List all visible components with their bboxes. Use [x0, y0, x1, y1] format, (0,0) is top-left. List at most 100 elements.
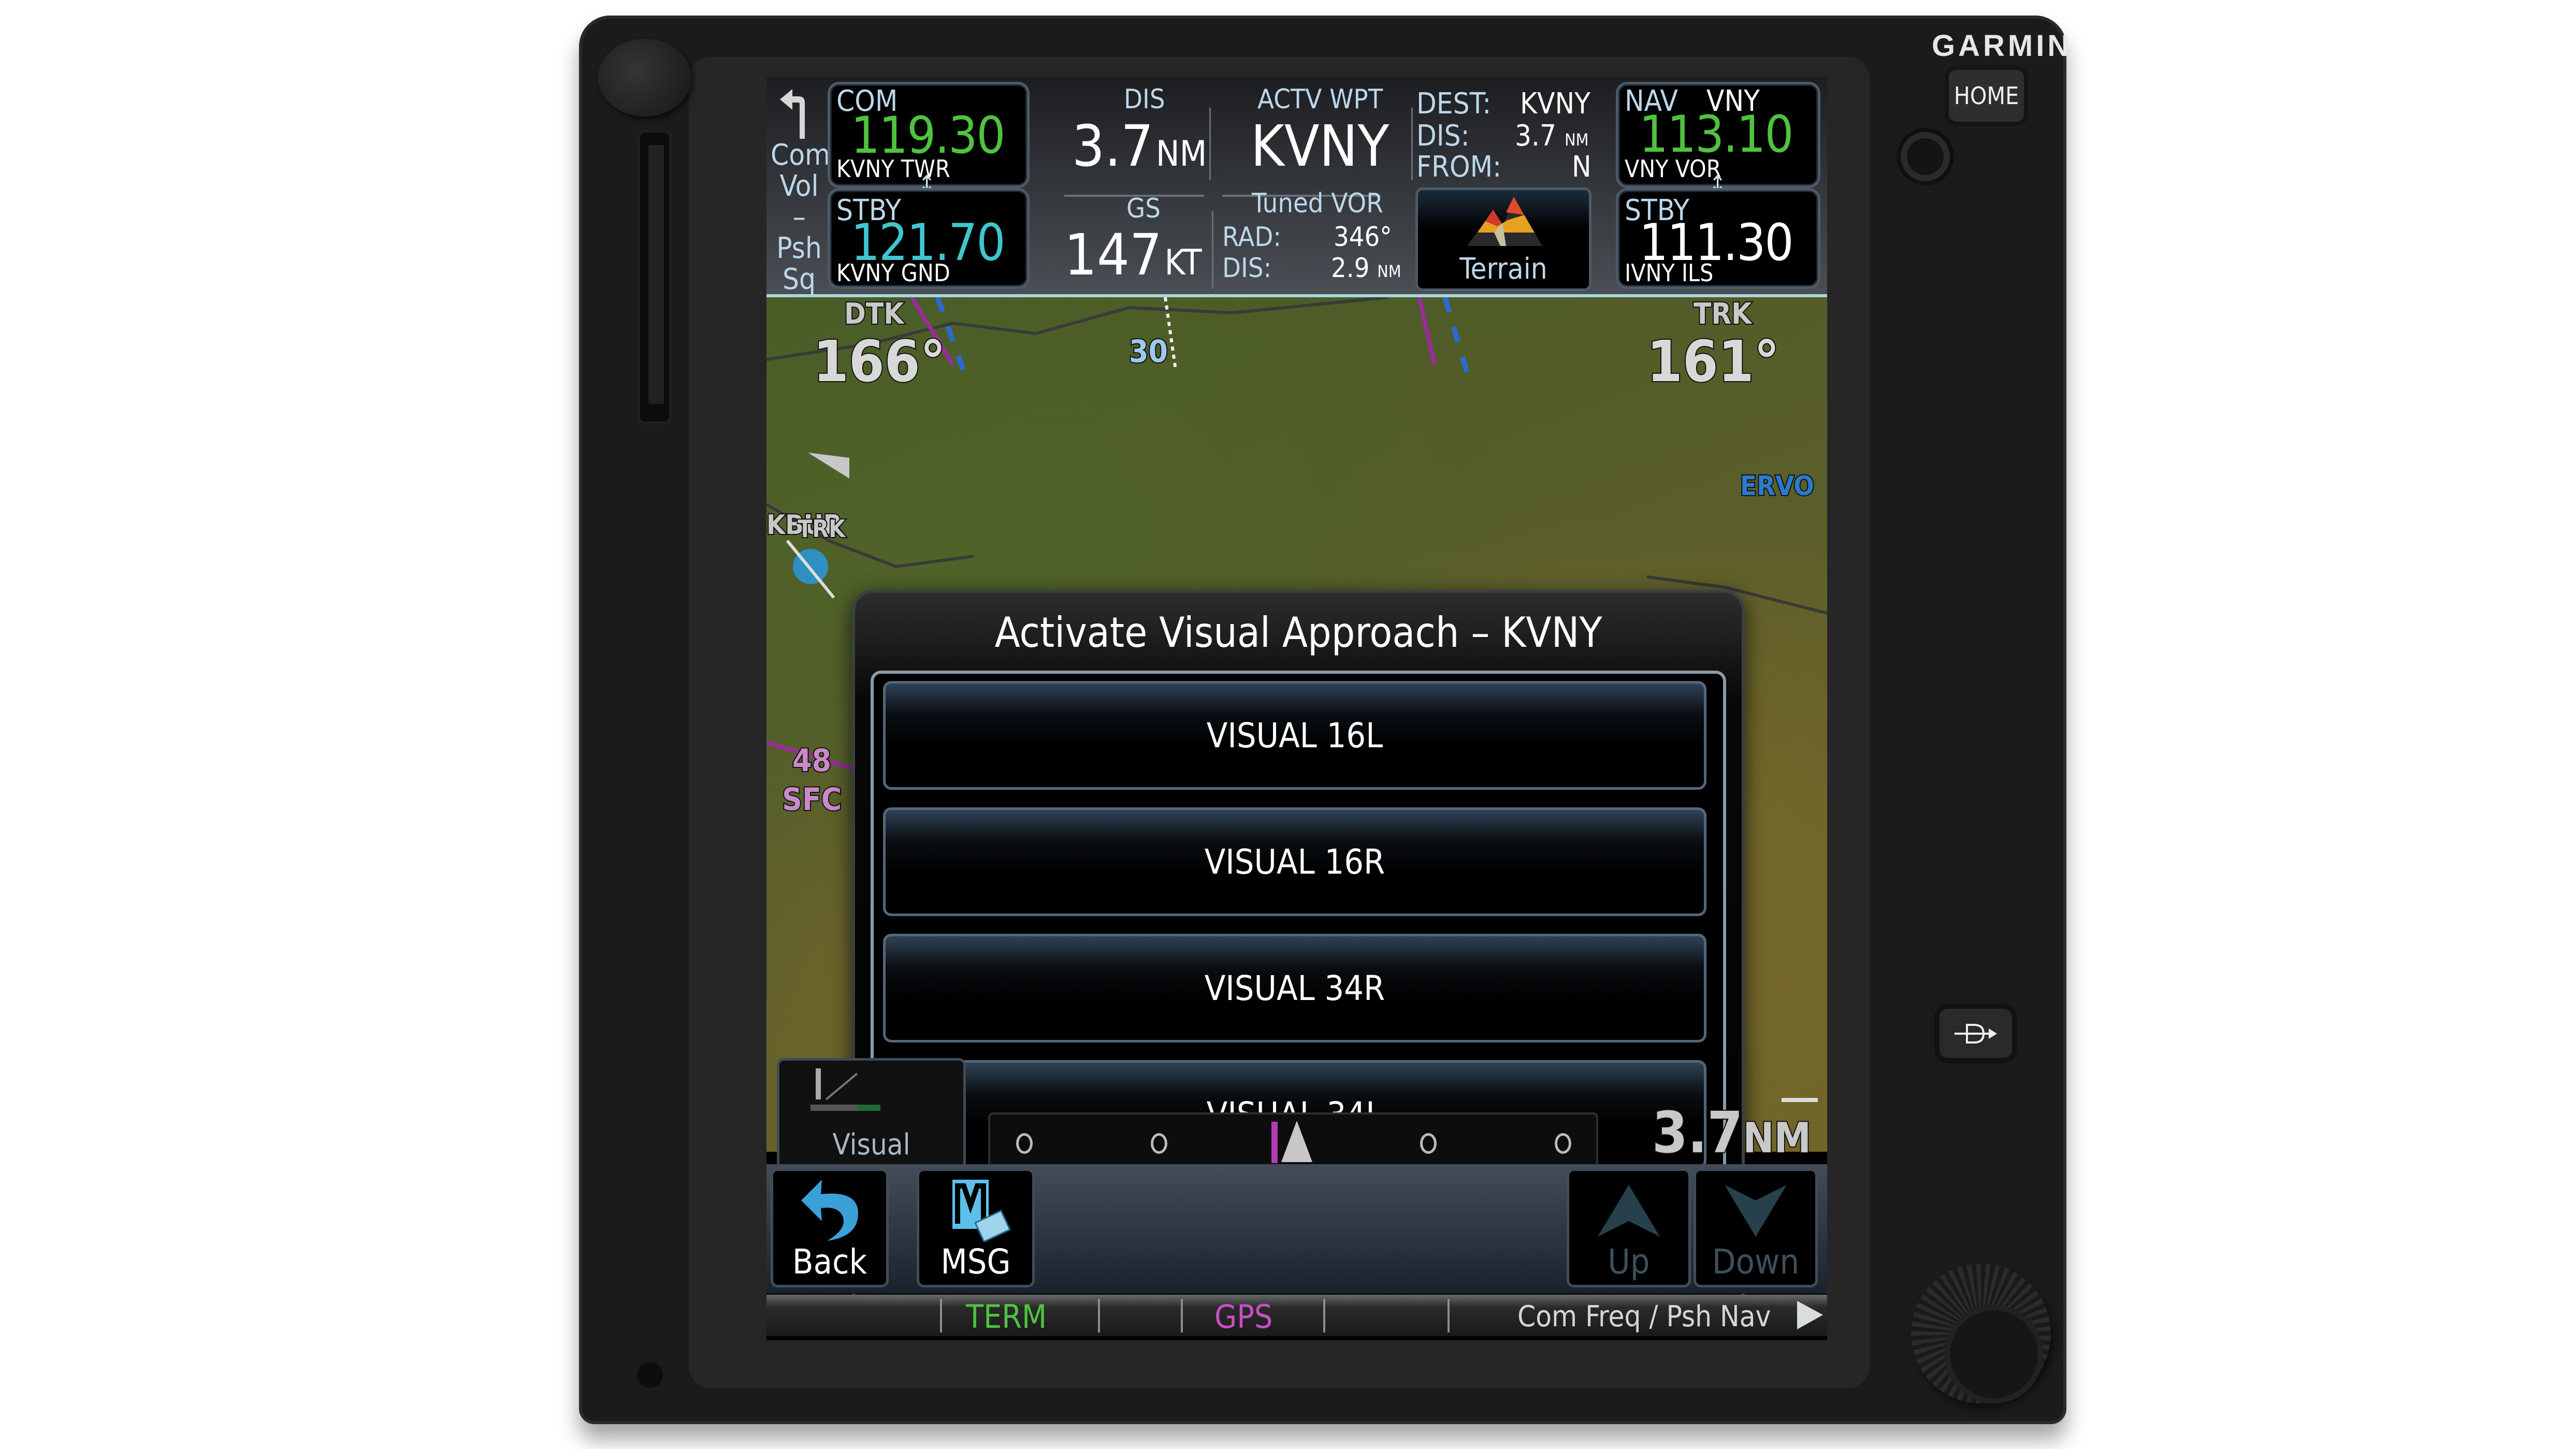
top-status-bar: Com Vol – Psh Sq COM 119.30 KVNY TWR ↕ S… [766, 77, 1827, 297]
home-button[interactable]: HOME [1949, 70, 2024, 122]
message-icon [952, 1180, 1011, 1242]
knob-function-arrow-icon [780, 89, 805, 139]
up-label: Up [1608, 1242, 1650, 1282]
msg-button[interactable]: MSG [917, 1168, 1035, 1287]
map-range[interactable]: 3.7NM [1651, 1098, 1812, 1167]
dest-dis-field: 3.7 NM [1515, 119, 1588, 153]
dis-value: 3.7 [1072, 113, 1154, 179]
moving-map[interactable]: DTK 166° TRK 161° 30 KBUR TRK ERVO 48 SF… [766, 296, 1827, 1313]
terrain-button[interactable]: Terrain [1415, 187, 1591, 291]
terrain-mountain-icon [1467, 197, 1542, 246]
actv-wpt-label: ACTV WPT [1257, 84, 1383, 115]
airspace-boundary [1417, 297, 1437, 365]
direct-to-button[interactable] [1940, 1009, 2012, 1058]
dis-field: 3.7 NM [1072, 113, 1207, 179]
touchscreen: Com Vol – Psh Sq COM 119.30 KVNY TWR ↕ S… [766, 77, 1827, 1340]
approach-option-visual-16r[interactable]: VISUAL 16R [883, 807, 1706, 916]
nav-active-id: VNY VOR [1625, 155, 1721, 183]
cdi-dot [1420, 1133, 1437, 1154]
knob-hint-line: Vol [779, 169, 819, 203]
reservoir-label: ERVO [1739, 470, 1815, 503]
down-label: Down [1712, 1242, 1800, 1282]
knob-hint-line: Com [771, 138, 831, 172]
dialog-title: Activate Visual Approach – KVNY [994, 608, 1602, 657]
gs-unit: KT [1164, 242, 1202, 283]
dest-dis-label: DIS: [1416, 119, 1470, 153]
dest-dis-value: 3.7 [1515, 119, 1557, 153]
rad-value: 346° [1334, 222, 1392, 253]
down-arrow-icon [1725, 1185, 1787, 1237]
dis-unit: NM [1155, 134, 1207, 175]
sd-card [648, 145, 664, 404]
airspace-floor: SFC [781, 780, 843, 819]
softkey-bar: Back MSG Up Down [766, 1164, 1827, 1294]
back-label: Back [792, 1242, 867, 1282]
com-standby-id: KVNY GND [836, 259, 950, 287]
from-label: FROM: [1416, 150, 1502, 184]
direct-to-icon [1955, 1023, 1997, 1044]
com-radio-window[interactable]: COM 119.30 KVNY TWR ↕ STBY 121.70 KVNY G… [828, 82, 1030, 289]
com-knob-hint: Com Vol – Psh Sq [771, 82, 831, 295]
up-arrow-icon [1598, 1185, 1660, 1237]
knob-hint-line: Sq [783, 263, 816, 296]
cdi-course-pointer [1281, 1121, 1312, 1162]
brand-logo: GARMIN [1932, 29, 2073, 63]
cdi-dot [1555, 1133, 1571, 1154]
cdi-dot [1151, 1133, 1167, 1154]
status-divider [1323, 1299, 1325, 1332]
visual-approach-indicator: Visual [777, 1058, 966, 1169]
dis-label: DIS [1124, 84, 1165, 115]
knob-function-hint: Com Freq / Psh Nav [1517, 1300, 1771, 1334]
up-button[interactable]: Up [1567, 1168, 1691, 1287]
cdi-dot [1016, 1133, 1033, 1154]
status-divider [1448, 1299, 1450, 1332]
photocell-sensor [1901, 132, 1950, 181]
back-arrow-icon [801, 1180, 858, 1241]
knob-hint-arrow-icon [1797, 1301, 1823, 1329]
dtk-value: 166° [812, 327, 947, 396]
volume-knob[interactable] [598, 39, 691, 117]
nav-standby-box[interactable]: STBY 111.30 IVNY ILS [1616, 188, 1820, 289]
dest-value: KVNY [1520, 87, 1590, 121]
bottom-status-bar: TERM GPS Com Freq / Psh Nav [766, 1295, 1827, 1336]
north-indicator [808, 453, 849, 479]
dual-concentric-knob-inner[interactable] [1945, 1305, 2043, 1403]
bezel-screw [637, 1362, 663, 1388]
vor-dis-field: 2.9 NM [1331, 253, 1401, 284]
range-unit: NM [1742, 1113, 1812, 1163]
vor-dis-value: 2.9 [1331, 253, 1370, 284]
dest-label: DEST: [1416, 87, 1492, 121]
rad-label: RAD: [1222, 222, 1282, 253]
vertical-guidance-icon [811, 1068, 880, 1111]
knob-hint-line: Psh [776, 231, 822, 265]
status-divider [1098, 1299, 1100, 1332]
knob-hint-line: – [792, 200, 806, 234]
tuned-vor-label: Tuned VOR [1252, 188, 1383, 219]
com-standby-box[interactable]: STBY 121.70 KVNY GND [828, 188, 1030, 289]
gs-value: 147 [1064, 222, 1162, 288]
field-divider [1212, 211, 1213, 289]
dest-dis-unit: NM [1565, 130, 1589, 150]
trk-marker-label: TRK [797, 514, 846, 544]
status-divider [940, 1299, 942, 1332]
trk-value: 161° [1646, 327, 1781, 396]
down-button[interactable]: Down [1694, 1168, 1818, 1287]
approach-option-visual-34r[interactable]: VISUAL 34R [883, 934, 1706, 1042]
dtk-label: DTK [843, 296, 905, 332]
back-button[interactable]: Back [771, 1168, 889, 1287]
field-divider [1411, 108, 1413, 180]
nav-standby-id: IVNY ILS [1625, 259, 1714, 287]
nav-radio-window[interactable]: NAV VNY 113.10 VNY VOR ↕ STBY 111.30 IVN… [1616, 82, 1823, 289]
vor-dis-label: DIS: [1222, 253, 1272, 284]
from-value: N [1572, 150, 1591, 184]
field-divider [1209, 108, 1211, 180]
cdi-deviation-needle [1271, 1122, 1278, 1163]
terrain-label: Terrain [1459, 252, 1547, 286]
approach-option-visual-16l[interactable]: VISUAL 16L [883, 681, 1706, 790]
gs-label: GS [1126, 193, 1161, 224]
msg-label: MSG [940, 1242, 1011, 1282]
vor-dis-unit: NM [1377, 262, 1401, 281]
airway-label: 30 [1128, 332, 1169, 371]
trk-label: TRK [1692, 296, 1753, 332]
actv-wpt-value: KVNY [1251, 113, 1389, 179]
